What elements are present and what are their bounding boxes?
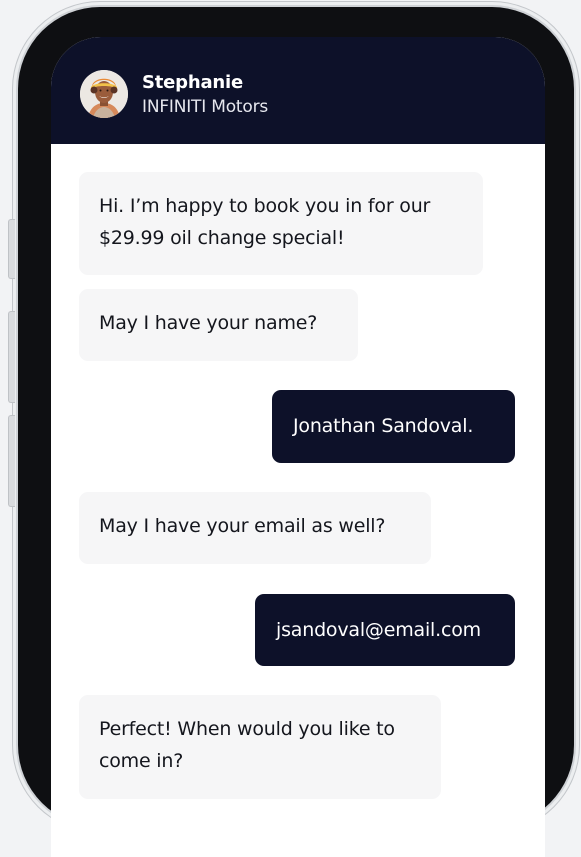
agent-company: INFINITI Motors xyxy=(142,97,269,117)
user-message-bubble: jsandoval@email.com xyxy=(255,594,515,666)
agent-message-bubble: May I have your email as well? xyxy=(79,492,431,564)
phone-side-button xyxy=(8,219,15,279)
agent-name: Stephanie xyxy=(142,72,244,93)
phone-side-button xyxy=(8,415,15,507)
agent-avatar-image xyxy=(80,70,128,118)
chat-header: Stephanie INFINITI Motors xyxy=(51,37,545,144)
agent-message-bubble: May I have your name? xyxy=(79,289,358,361)
phone-side-button xyxy=(8,311,15,403)
chat-screen: Stephanie INFINITI Motors Hi. I’m happy … xyxy=(51,37,545,857)
phone-frame: Stephanie INFINITI Motors Hi. I’m happy … xyxy=(8,7,574,857)
user-message-bubble: Jonathan Sandoval. xyxy=(272,390,515,463)
agent-message-bubble: Perfect! When would you like to come in? xyxy=(79,695,441,799)
agent-message-bubble: Hi. I’m happy to book you in for our $29… xyxy=(79,172,483,275)
agent-avatar xyxy=(80,70,128,118)
